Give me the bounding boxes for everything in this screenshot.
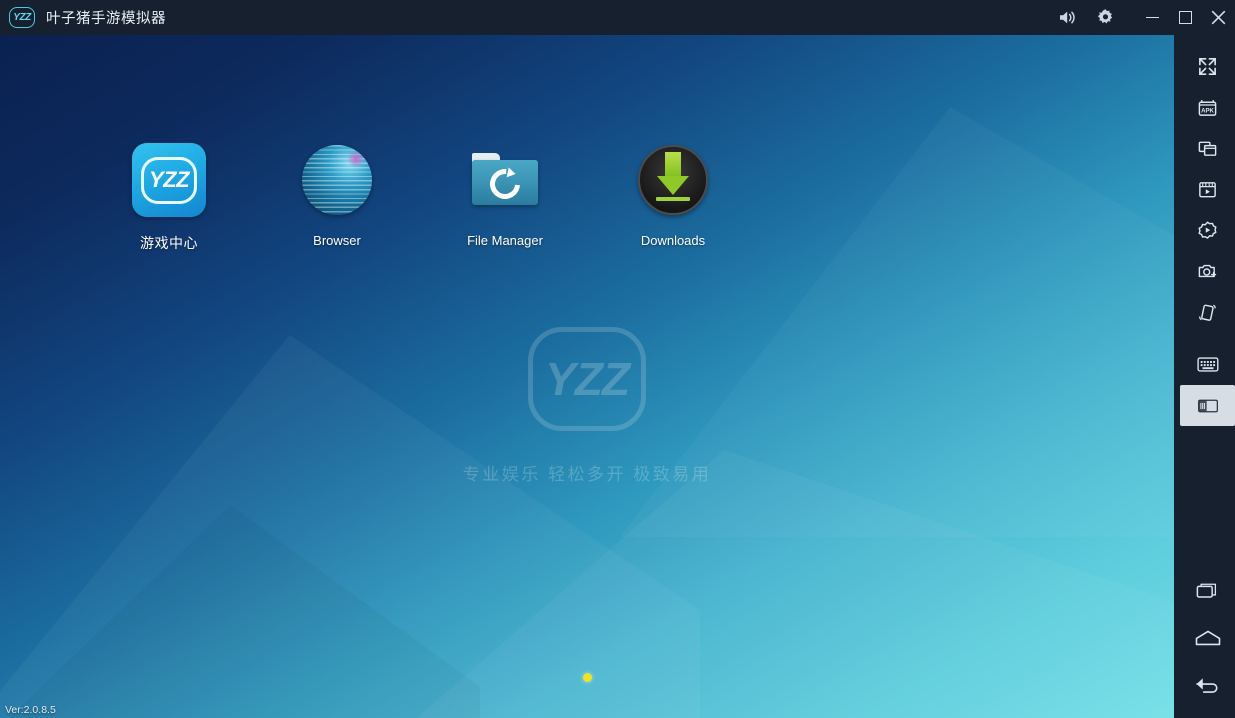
app-file-manager[interactable]: File Manager (446, 143, 564, 253)
sidebar-item-fullscreen[interactable] (1180, 46, 1235, 87)
sidebar-item-shake[interactable] (1180, 292, 1235, 333)
minimize-icon[interactable] (1136, 0, 1169, 35)
maximize-square (1179, 11, 1192, 24)
home-icon (1195, 630, 1220, 645)
desktop-watermark: YZZ 专业娱乐 轻松多开 极致易用 (0, 327, 1174, 485)
app-game-center[interactable]: YZZ 游戏中心 (110, 143, 228, 253)
sidebar-item-back[interactable] (1180, 661, 1235, 708)
camera-add-icon (1198, 264, 1217, 278)
sidebar-panel-icon (1197, 399, 1218, 412)
sidebar-item-multi-instance[interactable] (1180, 128, 1235, 169)
window-title: 叶子猪手游模拟器 (46, 11, 166, 27)
sidebar-nav-group (1180, 567, 1235, 718)
close-icon[interactable] (1202, 0, 1235, 35)
emulator-window: YZZ 叶子猪手游模拟器 YZZ 专业娱乐 轻松多开 极致易用 YZZ 游戏中心… (0, 0, 1235, 718)
folder-file-manager-icon (468, 143, 542, 217)
app-label-file-manager: File Manager (467, 233, 543, 248)
app-label-downloads: Downloads (640, 233, 706, 248)
shake-device-icon (1199, 304, 1216, 321)
maximize-icon[interactable] (1169, 0, 1202, 35)
app-label-game-center: 游戏中心 (140, 235, 198, 251)
download-arrow-icon (636, 143, 710, 217)
gear-icon[interactable] (1086, 0, 1124, 35)
minimize-bar (1146, 16, 1159, 19)
fullscreen-expand-icon (1199, 58, 1216, 75)
apk-install-icon: APK (1198, 100, 1217, 116)
title-bar: YZZ 叶子猪手游模拟器 (0, 0, 1235, 35)
sidebar-item-home[interactable] (1180, 614, 1235, 661)
window-body: YZZ 专业娱乐 轻松多开 极致易用 YZZ 游戏中心 Browser File… (0, 0, 1235, 718)
sidebar-item-keyboard-mapping[interactable] (1180, 344, 1235, 385)
page-indicator[interactable] (0, 673, 1174, 682)
video-record-icon (1199, 182, 1216, 198)
right-toolbar: APK (1174, 0, 1235, 718)
download-shape (636, 143, 710, 217)
app-label-browser: Browser (313, 233, 361, 248)
folder-shape (468, 143, 542, 217)
yzz-game-center-icon: YZZ (132, 143, 206, 217)
page-dot-1[interactable] (582, 673, 592, 682)
download-baseline (656, 197, 690, 201)
globe-sphere (302, 145, 372, 215)
yzz-logo-text: YZZ (13, 12, 31, 23)
back-arrow-icon (1196, 678, 1218, 693)
watermark-logo-text: YZZ (545, 353, 630, 405)
svg-text:APK: APK (1201, 108, 1214, 115)
sidebar-item-virtual-controls[interactable] (1180, 385, 1235, 426)
sidebar-item-install-apk[interactable]: APK (1180, 87, 1235, 128)
watermark-logo-icon: YZZ (528, 327, 646, 431)
version-label: Ver:2.0.8.5 (5, 704, 56, 716)
wallpaper-shape-4 (0, 505, 480, 718)
recent-apps-icon (1196, 583, 1216, 598)
android-screen[interactable]: YZZ 专业娱乐 轻松多开 极致易用 YZZ 游戏中心 Browser File… (0, 35, 1174, 718)
multi-window-icon (1198, 141, 1217, 156)
app-browser[interactable]: Browser (278, 143, 396, 253)
app-downloads[interactable]: Downloads (614, 143, 732, 253)
video-play-badge-icon (1198, 221, 1217, 239)
volume-icon[interactable] (1048, 0, 1086, 35)
sidebar-item-video-play[interactable] (1180, 210, 1235, 251)
yzz-icon-text: YZZ (141, 156, 197, 204)
download-arrow-stem (665, 152, 681, 178)
watermark-tagline: 专业娱乐 轻松多开 极致易用 (462, 465, 712, 484)
keyboard-icon (1196, 357, 1218, 372)
yzz-logo-icon: YZZ (9, 7, 35, 28)
sidebar-item-screen-record[interactable] (1180, 169, 1235, 210)
app-icon-grid: YZZ 游戏中心 Browser File Manager Downloads (110, 143, 732, 253)
download-arrow-head (657, 176, 689, 195)
wallpaper-shape-1 (0, 335, 700, 718)
yzz-icon-tile: YZZ (132, 143, 206, 217)
sidebar-item-screenshot[interactable] (1180, 251, 1235, 292)
globe-browser-icon (300, 143, 374, 217)
sidebar-item-recent-apps[interactable] (1180, 567, 1235, 614)
